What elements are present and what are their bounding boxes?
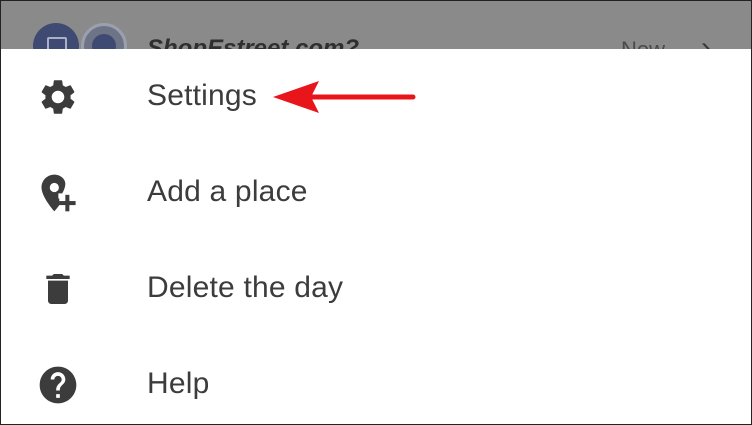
help-label: Help	[147, 367, 210, 400]
screenshot-frame: ShopEstreet.com? Now › Settings	[0, 0, 752, 425]
delete-the-day-label: Delete the day	[147, 271, 344, 304]
shopping-bag-icon	[47, 37, 67, 49]
background-title: ShopEstreet.com?	[147, 35, 360, 49]
settings-label: Settings	[147, 79, 257, 112]
red-annotation-arrow	[273, 81, 416, 113]
menu-item-delete-the-day[interactable]: Delete the day	[1, 241, 751, 337]
background-time: Now	[621, 37, 665, 49]
profile-avatar	[81, 23, 127, 49]
menu-item-help[interactable]: Help	[1, 337, 751, 424]
gear-icon	[36, 75, 80, 119]
bottom-sheet-menu: Settings Add a place Delete the day Help	[1, 49, 751, 424]
menu-item-add-a-place[interactable]: Add a place	[1, 145, 751, 241]
avatar-dot	[92, 34, 116, 49]
shop-avatar	[33, 23, 79, 49]
add-location-icon	[36, 171, 80, 215]
dimmed-notification-row: ShopEstreet.com? Now ›	[1, 1, 751, 49]
help-icon	[36, 363, 80, 407]
trash-icon	[36, 267, 80, 311]
add-a-place-label: Add a place	[147, 175, 308, 208]
chevron-right-icon: ›	[701, 31, 711, 49]
menu-item-settings[interactable]: Settings	[1, 49, 751, 145]
